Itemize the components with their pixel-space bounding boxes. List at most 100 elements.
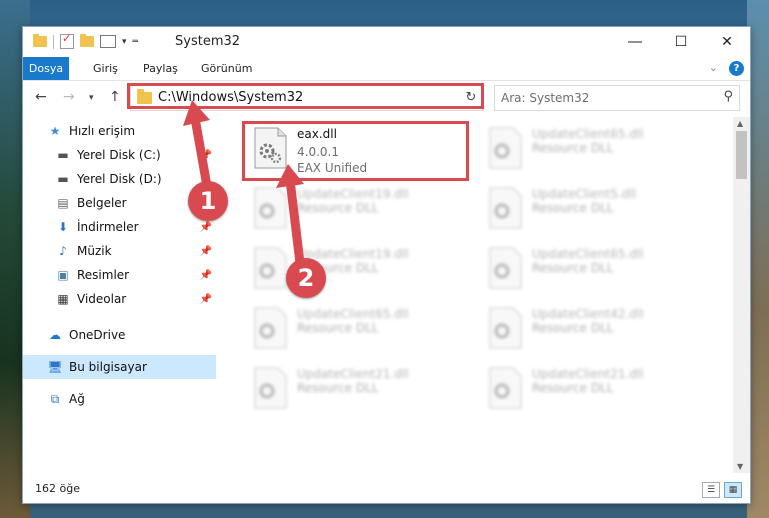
nav-label: Resimler — [77, 268, 130, 282]
minimize-button[interactable]: ― — [612, 27, 658, 57]
nav-item-pictures[interactable]: ▣ Resimler 📌 — [23, 263, 216, 287]
nav-label: Ağ — [69, 392, 85, 406]
file-item[interactable]: UpdateClient65.dll Resource DLL — [478, 241, 706, 297]
chevron-down-icon[interactable]: ⌄ — [709, 61, 718, 74]
file-item[interactable]: UpdateClient19.dll Resource DLL — [243, 181, 471, 237]
item-count: 162 öğe — [35, 482, 80, 495]
file-name: UpdateClient21.dll — [532, 367, 644, 381]
help-icon[interactable]: ? — [729, 61, 744, 76]
pin-icon[interactable]: 📌 — [200, 150, 212, 161]
video-icon: ▦ — [57, 292, 69, 306]
dll-file-icon — [489, 127, 522, 169]
nav-label: OneDrive — [69, 328, 126, 342]
customize-toolbar-icon[interactable]: ═ — [133, 37, 138, 47]
new-folder-icon[interactable] — [80, 34, 94, 47]
details-view-icon[interactable]: ☰ — [702, 482, 720, 498]
nav-item-onedrive[interactable]: ☁ OneDrive — [23, 323, 216, 347]
tab-file[interactable]: Dosya — [23, 57, 69, 80]
cloud-icon: ☁ — [49, 328, 61, 342]
search-input[interactable] — [499, 89, 703, 107]
step-marker-1: 1 — [188, 181, 228, 221]
tab-share[interactable]: Paylaş — [133, 57, 188, 80]
search-box[interactable]: ⚲ — [494, 85, 740, 111]
nav-item-videos[interactable]: ▦ Videolar 📌 — [23, 287, 216, 311]
file-explorer-window: ▾ ═ System32 ― ☐ ✕ Dosya Giriş Paylaş Gö… — [22, 26, 751, 504]
file-name: UpdateClient19.dll — [297, 187, 409, 201]
file-description: Resource DLL — [532, 141, 614, 155]
dll-file-icon — [489, 187, 522, 229]
file-description: Resource DLL — [532, 381, 614, 395]
pin-icon[interactable]: 📌 — [200, 270, 212, 281]
nav-item-music[interactable]: ♪ Müzik 📌 — [23, 239, 216, 263]
view-icon[interactable] — [100, 35, 116, 48]
dll-file-icon — [254, 187, 287, 229]
maximize-button[interactable]: ☐ — [658, 27, 704, 57]
file-item[interactable]: UpdateClient5.dll Resource DLL — [478, 181, 706, 237]
file-name: UpdateClient65.dll — [532, 247, 644, 261]
network-icon: ⧉ — [50, 392, 60, 406]
nav-item-quick-access[interactable]: ★ Hızlı erişim — [23, 119, 216, 143]
dll-file-icon — [489, 247, 522, 289]
tab-view[interactable]: Görünüm — [191, 57, 262, 80]
file-description: Resource DLL — [532, 321, 614, 335]
file-description: Resource DLL — [532, 201, 614, 215]
close-button[interactable]: ✕ — [704, 27, 750, 57]
up-arrow-icon[interactable]: ↑ — [109, 89, 121, 105]
file-item[interactable]: UpdateClient21.dll Resource DLL — [243, 361, 471, 417]
window-title: System32 — [175, 34, 241, 49]
nav-label: Belgeler — [77, 196, 127, 210]
forward-arrow-icon[interactable]: → — [63, 89, 75, 105]
pin-icon[interactable]: 📌 — [200, 246, 212, 257]
chevron-down-icon[interactable]: ▾ — [122, 37, 127, 47]
drive-icon: ▬ — [57, 172, 69, 186]
file-item[interactable]: UpdateClient19.dll Resource DLL — [243, 241, 471, 297]
file-name: UpdateClient5.dll — [532, 187, 636, 201]
file-name: UpdateClient21.dll — [297, 367, 409, 381]
file-description: Resource DLL — [532, 261, 614, 275]
picture-icon: ▣ — [57, 268, 69, 282]
status-bar: 162 öğe ☰ ▦ — [23, 478, 750, 502]
properties-icon[interactable] — [60, 32, 74, 49]
dll-file-icon — [254, 247, 287, 289]
nav-item-this-pc[interactable]: 🖥 Bu bilgisayar — [23, 355, 216, 379]
recent-locations-icon[interactable]: ▾ — [89, 93, 94, 103]
nav-item-network[interactable]: ⧉ Ağ — [23, 387, 216, 411]
music-icon: ♪ — [59, 244, 67, 258]
pin-icon[interactable]: 📌 — [200, 222, 212, 233]
nav-item-disk-c[interactable]: ▬ Yerel Disk (C:) 📌 — [23, 143, 216, 167]
file-item[interactable]: UpdateClient42.dll Resource DLL — [478, 301, 706, 357]
search-icon[interactable]: ⚲ — [723, 89, 733, 104]
scroll-up-icon[interactable]: ▲ — [737, 119, 743, 128]
step-marker-2: 2 — [286, 258, 326, 298]
file-item[interactable]: UpdateClient21.dll Resource DLL — [478, 361, 706, 417]
nav-label: Yerel Disk (C:) — [77, 148, 161, 162]
nav-item-downloads[interactable]: ⬇ İndirmeler 📌 — [23, 215, 216, 239]
dll-file-icon — [254, 367, 287, 409]
tab-home[interactable]: Giriş — [83, 57, 128, 80]
nav-item-documents[interactable]: ▤ Belgeler — [23, 191, 216, 215]
dll-file-icon — [254, 307, 287, 349]
star-icon: ★ — [49, 124, 61, 138]
nav-label: Bu bilgisayar — [69, 360, 147, 374]
tiles-view-icon[interactable]: ▦ — [724, 482, 742, 498]
vertical-scrollbar[interactable]: ▲ ▼ — [733, 117, 750, 473]
file-name: UpdateClient65.dll — [532, 127, 644, 141]
scroll-down-icon[interactable]: ▼ — [737, 462, 743, 471]
file-description: Resource DLL — [297, 201, 379, 215]
title-bar: ▾ ═ System32 ― ☐ ✕ — [23, 27, 750, 57]
nav-label: Videolar — [77, 292, 127, 306]
file-item[interactable]: UpdateClient65.dll Resource DLL — [243, 301, 471, 357]
navigation-pane: ★ Hızlı erişim ▬ Yerel Disk (C:) 📌 ▬ Yer… — [23, 117, 216, 473]
quick-access-toolbar: ▾ ═ — [33, 32, 138, 49]
pin-icon[interactable]: 📌 — [200, 294, 212, 305]
address-highlight — [127, 83, 484, 109]
folder-icon[interactable] — [33, 34, 47, 47]
nav-label: Hızlı erişim — [69, 124, 136, 138]
scrollbar-thumb[interactable] — [736, 131, 747, 179]
nav-label: Müzik — [77, 244, 112, 258]
back-arrow-icon[interactable]: ← — [35, 89, 47, 105]
document-icon: ▤ — [57, 196, 69, 210]
file-name: UpdateClient65.dll — [297, 307, 409, 321]
file-item[interactable]: UpdateClient65.dll Resource DLL — [478, 121, 706, 177]
nav-item-disk-d[interactable]: ▬ Yerel Disk (D:) — [23, 167, 216, 191]
